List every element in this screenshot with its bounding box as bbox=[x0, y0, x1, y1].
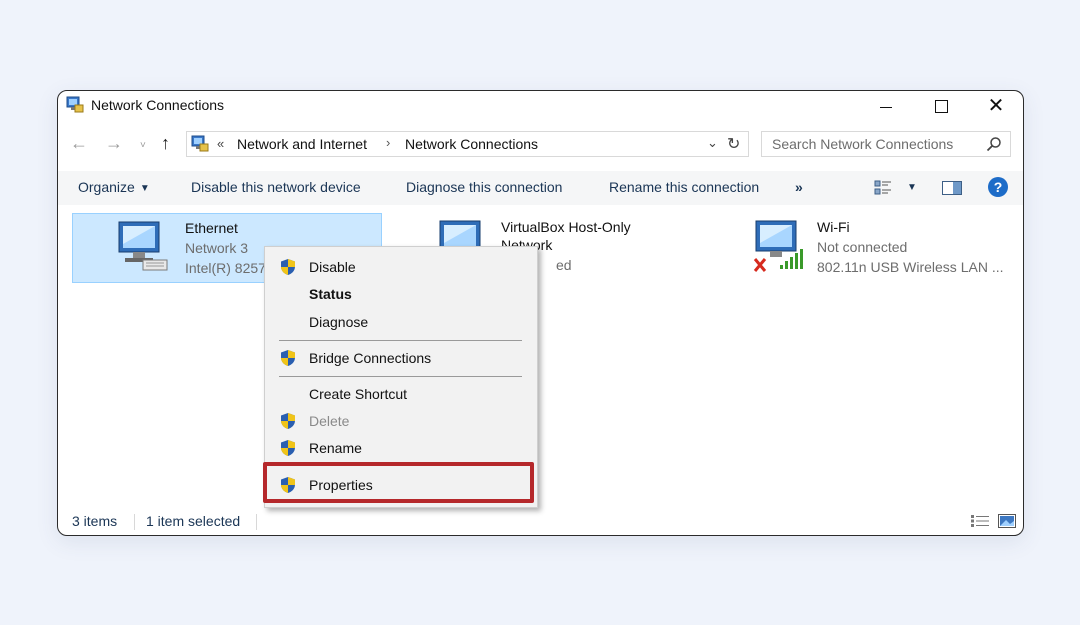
search-icon[interactable] bbox=[986, 136, 1002, 152]
connections-list: Ethernet Network 3 Intel(R) 8257 Virtual… bbox=[58, 205, 1023, 505]
refresh-icon[interactable]: ↻ bbox=[727, 134, 740, 154]
menu-item-label: Status bbox=[309, 286, 352, 302]
menu-item-disable[interactable]: Disable bbox=[265, 254, 537, 280]
organize-label: Organize bbox=[78, 179, 135, 195]
address-bar[interactable]: « Network and Internet › Network Connect… bbox=[186, 131, 749, 157]
uac-shield-icon bbox=[281, 350, 295, 366]
menu-item-delete: Delete bbox=[265, 408, 537, 434]
properties-highlight-box bbox=[263, 462, 534, 503]
organize-button[interactable]: Organize ▼ bbox=[78, 179, 150, 195]
search-placeholder: Search Network Connections bbox=[772, 136, 954, 152]
status-divider bbox=[134, 514, 135, 530]
recent-locations-button[interactable]: ˅ bbox=[140, 136, 146, 156]
rename-connection-button[interactable]: Rename this connection bbox=[609, 179, 759, 195]
wifi-adapter-icon bbox=[753, 220, 803, 272]
connection-status: Network 3 bbox=[185, 240, 249, 256]
menu-separator bbox=[279, 376, 522, 377]
network-connections-app-icon bbox=[66, 96, 84, 113]
menu-item-create-shortcut[interactable]: Create Shortcut bbox=[265, 381, 537, 407]
menu-item-rename[interactable]: Rename bbox=[265, 435, 537, 461]
ethernet-adapter-icon bbox=[118, 221, 168, 271]
menu-item-label: Diagnose bbox=[309, 314, 369, 330]
status-bar: 3 items 1 item selected bbox=[58, 509, 1023, 533]
organize-caret-icon: ▼ bbox=[139, 183, 150, 194]
window-title: Network Connections bbox=[91, 97, 225, 113]
minimize-icon bbox=[880, 106, 892, 108]
forward-button[interactable]: → bbox=[105, 133, 123, 153]
large-icons-view-icon[interactable] bbox=[998, 514, 1016, 528]
connection-device: Intel(R) 8257 bbox=[185, 260, 266, 276]
address-dropdown-icon[interactable]: ⌄ bbox=[707, 135, 718, 151]
change-view-icon[interactable] bbox=[874, 179, 892, 197]
maximize-icon bbox=[934, 99, 948, 113]
menu-item-bridge-connections[interactable]: Bridge Connections bbox=[265, 345, 537, 371]
menu-item-status[interactable]: Status bbox=[265, 281, 537, 307]
connection-wifi[interactable]: Wi-Fi Not connected 802.11n USB Wireless… bbox=[746, 213, 1016, 283]
view-options-caret-icon[interactable]: ▼ bbox=[907, 182, 917, 193]
menu-item-diagnose[interactable]: Diagnose bbox=[265, 309, 537, 335]
connection-status: Not connected bbox=[817, 239, 908, 255]
disable-device-button[interactable]: Disable this network device bbox=[191, 179, 361, 195]
more-commands-button[interactable]: » bbox=[795, 179, 803, 195]
uac-shield-icon bbox=[281, 440, 295, 456]
network-connections-location-icon bbox=[191, 135, 209, 152]
diagnose-connection-button[interactable]: Diagnose this connection bbox=[406, 179, 562, 195]
breadcrumb-network-connections[interactable]: Network Connections bbox=[405, 136, 538, 152]
help-icon[interactable]: ? bbox=[988, 177, 1008, 197]
breadcrumb-network-and-internet[interactable]: Network and Internet bbox=[237, 136, 367, 152]
address-row: ← → ˅ ↑ « Network and Internet › Network… bbox=[58, 129, 1023, 159]
menu-separator bbox=[279, 340, 522, 341]
connection-name: VirtualBox Host-Only bbox=[501, 219, 631, 235]
up-button[interactable]: ↑ bbox=[161, 133, 170, 153]
connection-name: Ethernet bbox=[185, 220, 238, 236]
close-icon: ✕ bbox=[987, 95, 1005, 117]
selection-count: 1 item selected bbox=[146, 513, 241, 529]
preview-pane-icon[interactable] bbox=[942, 181, 962, 195]
maximize-button[interactable] bbox=[918, 91, 964, 121]
menu-item-label: Create Shortcut bbox=[309, 386, 408, 402]
menu-item-label: Bridge Connections bbox=[309, 350, 432, 366]
menu-item-label: Rename bbox=[309, 440, 362, 456]
menu-item-label: Delete bbox=[309, 413, 350, 429]
breadcrumb-separator-icon[interactable]: › bbox=[386, 135, 390, 150]
explorer-window: Network Connections ✕ ← → ˅ ↑ « Network … bbox=[57, 90, 1024, 536]
connection-status: ed bbox=[556, 257, 572, 273]
status-divider bbox=[256, 514, 257, 530]
minimize-button[interactable] bbox=[863, 91, 909, 121]
title-bar: Network Connections ✕ bbox=[58, 91, 1023, 121]
search-input[interactable]: Search Network Connections bbox=[761, 131, 1011, 157]
connection-device: 802.11n USB Wireless LAN ... bbox=[817, 259, 1004, 275]
menu-item-label: Disable bbox=[309, 259, 356, 275]
uac-shield-icon bbox=[281, 259, 295, 275]
command-bar: Organize ▼ Disable this network device Di… bbox=[58, 171, 1023, 205]
connection-name: Wi-Fi bbox=[817, 219, 850, 235]
back-button[interactable]: ← bbox=[70, 133, 88, 153]
item-count: 3 items bbox=[72, 513, 118, 529]
uac-shield-icon bbox=[281, 413, 295, 429]
breadcrumb-overflow-chevron[interactable]: « bbox=[217, 136, 224, 151]
details-view-icon[interactable] bbox=[970, 514, 990, 528]
close-button[interactable]: ✕ bbox=[973, 91, 1019, 121]
